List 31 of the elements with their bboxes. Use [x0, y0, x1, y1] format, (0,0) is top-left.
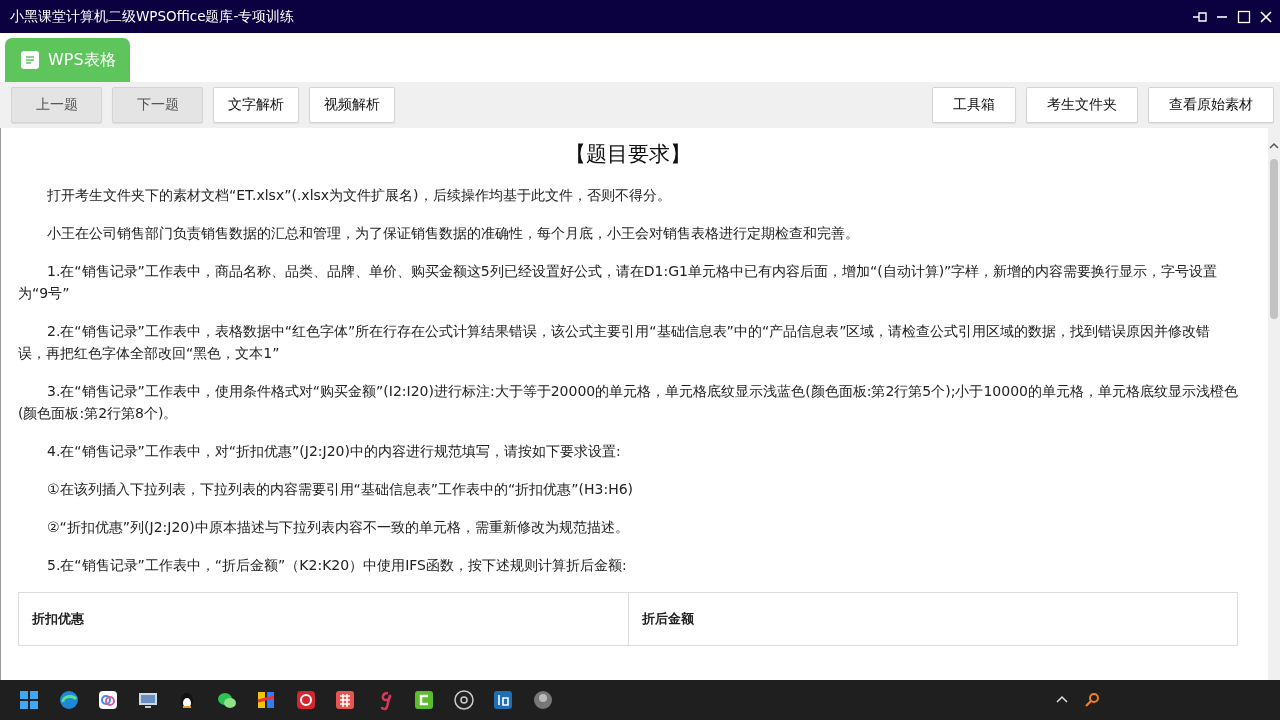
square-app-icon[interactable] [491, 688, 515, 712]
scrollbar-thumb[interactable] [1270, 159, 1278, 319]
toolbar-button[interactable]: 文字解析 [213, 87, 299, 123]
bracket-icon[interactable] [412, 688, 436, 712]
scroll-up-icon[interactable] [1269, 141, 1279, 151]
toolbar-button[interactable]: 工具箱 [932, 87, 1016, 123]
paragraph: 5.在“销售记录”工作表中，“折后金额”（K2:K20）中使用IFS函数，按下述规则计算折后金额: [46, 556, 628, 575]
column-header: 折后金额 [628, 592, 1238, 646]
sheet-icon [21, 51, 39, 69]
scrollbar[interactable] [1268, 128, 1280, 680]
grid-icon[interactable] [17, 688, 41, 712]
paragraph: 打开考生文件夹下的素材文档“ET.xlsx”(.xlsx为文件扩展名)，后续操作均基于此文件，否则不得分。 [46, 186, 672, 205]
column-header: 折扣优惠 [18, 592, 628, 646]
maximize-icon[interactable] [1236, 8, 1252, 25]
aperture-icon[interactable] [451, 688, 476, 712]
paragraph: 1.在“销售记录”工作表中，商品名称、品类、品牌、单价、购买金额这5列已经设置好公式，请在D1:G1单元格中已有内容后面，增加“(自动计算)”字样，新增的内容需要换行显示，字号设置为“9号” [18, 262, 1219, 303]
grid-document-icon[interactable] [333, 688, 357, 712]
toolbar-button[interactable]: 考生文件夹 [1026, 87, 1138, 123]
cloud-icon[interactable] [96, 688, 120, 712]
paragraph: ①在该列插入下拉列表，下拉列表的内容需要引用“基础信息表”工作表中的“折扣优惠”(H3:H6) [46, 480, 635, 499]
heading: 【题目要求】 [564, 141, 692, 168]
window-title: 小黑课堂计算机二级WPSOffice题库-专项训练 [10, 7, 296, 26]
paragraph: 2.在“销售记录”工作表中，表格数据中“红色字体”所在行存在公式计算结果错误，该公式主要引用“基础信息表”中的“产品信息表”区域，请检查公式引用区域的数据，找到错误原因并修改错误，再把红色字体全部改回“黑色，文本1” [18, 322, 1212, 363]
paragraph: ②“折扣优惠”列(J2:J20)中原本描述与下拉列表内容不一致的单元格，需重新修改为规范描述。 [46, 518, 630, 537]
toolbar-button[interactable]: 视频解析 [309, 87, 395, 123]
paragraph: 3.在“销售记录”工作表中，使用条件格式对“购买金额”(I2:I20)进行标注:大于等于20000的单元格，单元格底纹显示浅蓝色(颜色面板:第2行第5个);小于10000的单元格，单元格底纹显示浅橙色(颜色面板:第2行第8个)。 [18, 382, 1238, 423]
close-icon[interactable] [1258, 8, 1274, 25]
toolbar-button[interactable]: 查看原始素材 [1148, 87, 1274, 123]
search-icon[interactable] [1084, 692, 1100, 708]
paragraph: 4.在“销售记录”工作表中，对“折扣优惠”(J2:J20)中的内容进行规范填写，请按如下要求设置: [46, 442, 622, 461]
paragraph: 小王在公司销售部门负责销售数据的汇总和管理，为了保证销售数据的准确性，每个月底，小王会对销售表格进行定期检查和完善。 [46, 224, 860, 243]
